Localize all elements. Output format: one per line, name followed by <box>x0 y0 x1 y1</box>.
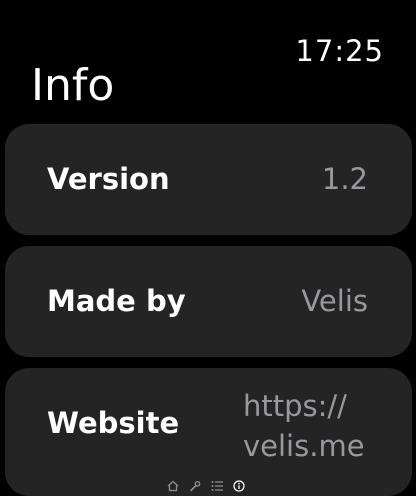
website-row[interactable]: Website https:// velis.me <box>5 368 412 496</box>
version-value: 1.2 <box>321 162 368 196</box>
home-icon[interactable] <box>166 479 180 493</box>
page-indicator[interactable] <box>166 479 246 493</box>
status-time: 17:25 <box>295 34 384 68</box>
made-by-value: Velis <box>301 284 368 318</box>
wrench-icon[interactable] <box>188 479 202 493</box>
website-label: Website <box>47 406 180 440</box>
version-label: Version <box>47 162 170 196</box>
version-row: Version 1.2 <box>5 124 412 235</box>
info-icon[interactable] <box>232 479 246 493</box>
made-by-row: Made by Velis <box>5 246 412 357</box>
page-title: Info <box>31 60 115 111</box>
website-value-line1: https:// <box>243 389 347 423</box>
website-value-line2: velis.me <box>243 429 365 463</box>
website-link[interactable]: https:// velis.me <box>243 386 393 466</box>
list-icon[interactable] <box>210 479 224 493</box>
made-by-label: Made by <box>47 284 186 318</box>
